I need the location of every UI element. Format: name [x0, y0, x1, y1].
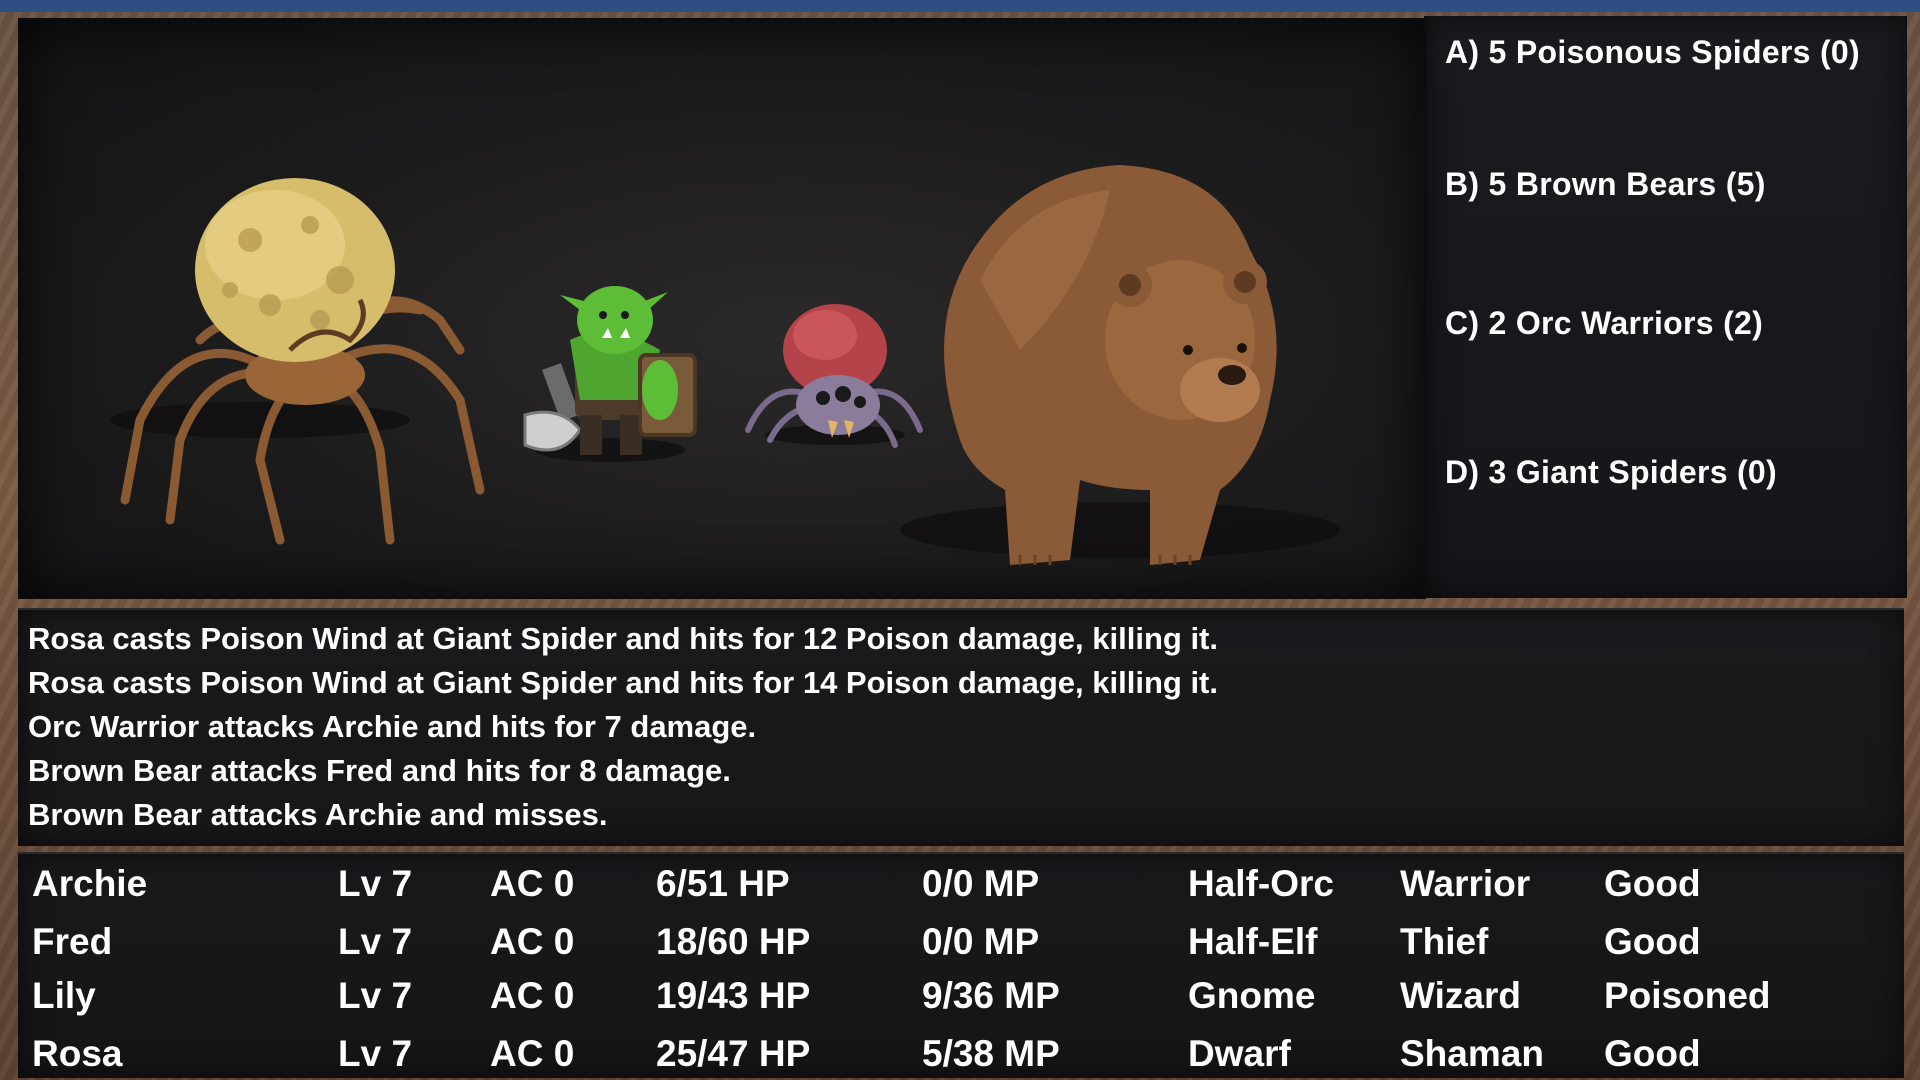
enemy-group-a[interactable]: A) 5 Poisonous Spiders (0)	[1445, 34, 1860, 71]
member-level: Lv 7	[338, 863, 413, 904]
combat-log: Rosa casts Poison Wind at Giant Spider a…	[18, 608, 1904, 846]
member-ac: AC 0	[490, 921, 575, 962]
party-member-archie[interactable]: Archie Lv 7 AC 0 6/51 HP 0/0 MP Half-Orc…	[18, 858, 1904, 910]
log-line: Rosa casts Poison Wind at Giant Spider a…	[28, 665, 1218, 700]
member-hp: 6/51 HP	[656, 863, 790, 904]
member-mp: 5/38 MP	[922, 1033, 1060, 1074]
member-status: Good	[1604, 921, 1701, 962]
member-class: Warrior	[1400, 863, 1531, 904]
log-line: Orc Warrior attacks Archie and hits for …	[28, 709, 757, 744]
member-ac: AC 0	[490, 1033, 575, 1074]
member-mp: 0/0 MP	[922, 863, 1040, 904]
member-ac: AC 0	[490, 863, 575, 904]
member-mp: 0/0 MP	[922, 921, 1040, 962]
member-level: Lv 7	[338, 921, 413, 962]
member-name: Archie	[32, 863, 148, 904]
member-name: Lily	[32, 975, 96, 1016]
party-member-fred[interactable]: Fred Lv 7 AC 0 18/60 HP 0/0 MP Half-Elf …	[18, 916, 1904, 968]
member-ac: AC 0	[490, 975, 575, 1016]
enemy-group-d[interactable]: D) 3 Giant Spiders (0)	[1445, 454, 1777, 491]
enemy-group-b[interactable]: B) 5 Brown Bears (5)	[1445, 166, 1766, 203]
member-status: Good	[1604, 1033, 1701, 1074]
member-race: Gnome	[1188, 975, 1316, 1016]
member-hp: 18/60 HP	[656, 921, 811, 962]
battle-scene	[18, 18, 1426, 599]
member-level: Lv 7	[338, 1033, 413, 1074]
brown-bear-sprite[interactable]	[900, 165, 1340, 565]
member-race: Dwarf	[1188, 1033, 1291, 1074]
member-hp: 25/47 HP	[656, 1033, 811, 1074]
member-name: Fred	[32, 921, 113, 962]
enemy-group-c[interactable]: C) 2 Orc Warriors (2)	[1445, 305, 1763, 342]
member-hp: 19/43 HP	[656, 975, 811, 1016]
member-race: Half-Orc	[1188, 863, 1334, 904]
member-mp: 9/36 MP	[922, 975, 1060, 1016]
party-member-lily[interactable]: Lily Lv 7 AC 0 19/43 HP 9/36 MP Gnome Wi…	[18, 970, 1904, 1022]
member-class: Thief	[1400, 921, 1489, 962]
member-name: Rosa	[32, 1033, 123, 1074]
member-status: Good	[1604, 863, 1701, 904]
poisonous-spider-sprite[interactable]	[745, 304, 923, 448]
giant-spider-sprite[interactable]	[110, 178, 485, 545]
log-line: Rosa casts Poison Wind at Giant Spider a…	[28, 621, 1218, 656]
member-class: Shaman	[1400, 1033, 1544, 1074]
member-class: Wizard	[1400, 975, 1521, 1016]
enemy-groups-panel: A) 5 Poisonous Spiders (0) B) 5 Brown Be…	[1424, 16, 1907, 598]
member-level: Lv 7	[338, 975, 413, 1016]
orc-warrior-sprite[interactable]	[523, 286, 697, 462]
party-roster: Archie Lv 7 AC 0 6/51 HP 0/0 MP Half-Orc…	[18, 852, 1904, 1078]
member-race: Half-Elf	[1188, 921, 1318, 962]
log-line: Brown Bear attacks Archie and misses.	[28, 797, 608, 832]
party-member-rosa[interactable]: Rosa Lv 7 AC 0 25/47 HP 5/38 MP Dwarf Sh…	[18, 1028, 1904, 1080]
member-status: Poisoned	[1604, 975, 1771, 1016]
log-line: Brown Bear attacks Fred and hits for 8 d…	[28, 753, 731, 788]
